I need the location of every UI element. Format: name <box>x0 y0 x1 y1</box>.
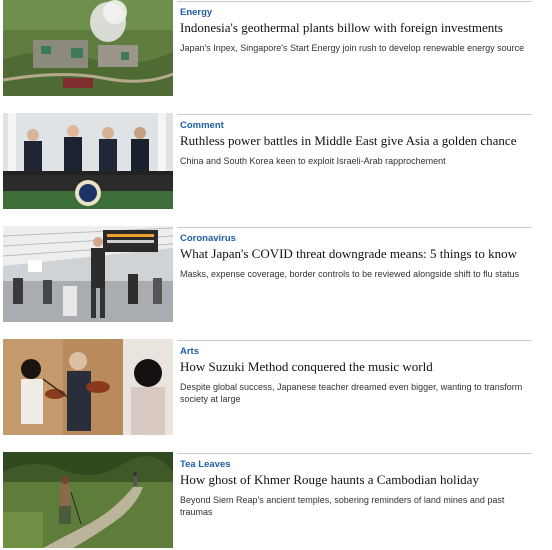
geothermal-plant-image <box>3 0 173 96</box>
article-headline[interactable]: How ghost of Khmer Rouge haunts a Cambod… <box>180 472 530 488</box>
article-thumbnail[interactable] <box>3 0 173 96</box>
article-summary: Beyond Siem Reap's ancient temples, sobe… <box>180 495 505 517</box>
article-headline[interactable]: Ruthless power battles in Middle East gi… <box>180 133 530 149</box>
article-summary: Despite global success, Japanese teacher… <box>180 382 523 404</box>
divider <box>177 1 532 2</box>
article-thumbnail[interactable] <box>3 452 173 548</box>
article-thumbnail[interactable] <box>3 113 173 209</box>
divider <box>177 453 532 454</box>
violin-lesson-image <box>3 339 173 435</box>
article-headline[interactable]: How Suzuki Method conquered the music wo… <box>180 359 530 375</box>
divider <box>177 340 532 341</box>
article-thumbnail[interactable] <box>3 339 173 435</box>
station-commuters-image <box>3 226 173 322</box>
article-headline[interactable]: Indonesia's geothermal plants billow wit… <box>180 20 530 36</box>
article-headline[interactable]: What Japan's COVID threat downgrade mean… <box>180 246 530 262</box>
article-item[interactable]: Comment Ruthless power battles in Middle… <box>0 113 552 211</box>
article-item[interactable]: Coronavirus What Japan's COVID threat do… <box>0 226 552 324</box>
article-summary: China and South Korea keen to exploit Is… <box>180 156 446 166</box>
leaders-balcony-image <box>3 113 173 209</box>
article-item[interactable]: Tea Leaves How ghost of Khmer Rouge haun… <box>0 452 552 550</box>
article-thumbnail[interactable] <box>3 226 173 322</box>
article-summary: Masks, expense coverage, border controls… <box>180 269 520 279</box>
category-label[interactable]: Tea Leaves <box>180 459 231 470</box>
category-label[interactable]: Coronavirus <box>180 233 236 244</box>
article-feed: Energy Indonesia's geothermal plants bil… <box>0 0 552 550</box>
article-summary: Japan's Inpex, Singapore's Start Energy … <box>180 43 525 53</box>
article-item[interactable]: Energy Indonesia's geothermal plants bil… <box>0 0 552 98</box>
category-label[interactable]: Arts <box>180 346 199 357</box>
article-item[interactable]: Arts How Suzuki Method conquered the mus… <box>0 339 552 437</box>
category-label[interactable]: Energy <box>180 7 212 18</box>
category-label[interactable]: Comment <box>180 120 224 131</box>
divider <box>177 227 532 228</box>
jungle-path-image <box>3 452 173 548</box>
divider <box>177 114 532 115</box>
